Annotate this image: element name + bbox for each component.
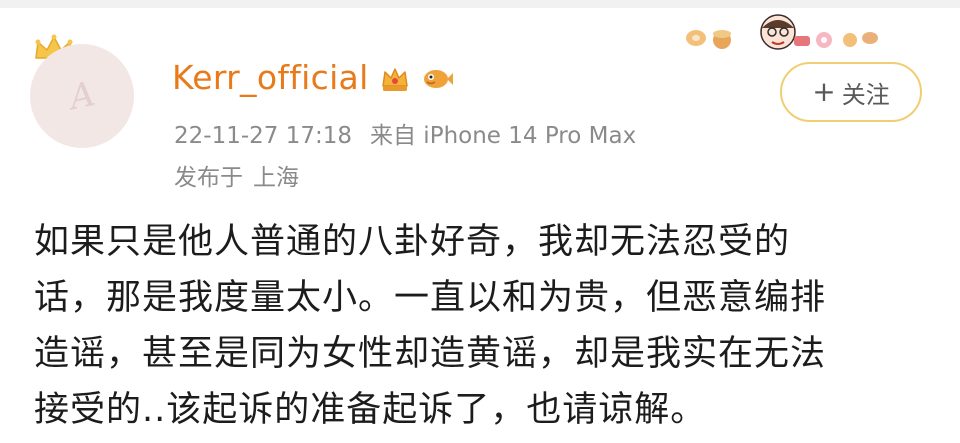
post-timestamp: 22-11-27 17:18 [174, 123, 352, 149]
post-source[interactable]: 来自 iPhone 14 Pro Max [370, 123, 636, 149]
post-line: 如果只是他人普通的八卦好奇，我却无法忍受的 [34, 222, 791, 262]
username[interactable]: Kerr_official [172, 58, 369, 97]
plus-icon: + [812, 75, 836, 108]
follow-button-label: 关注 [841, 80, 890, 109]
post-body: 如果只是他人普通的八卦好奇，我却无法忍受的 话，那是我度量太小。一直以和为贵，但… [34, 214, 944, 438]
fish-icon [424, 70, 453, 88]
post-meta: 22-11-27 17:18 来自 iPhone 14 Pro Max [174, 116, 636, 150]
avatar-container[interactable]: A [30, 34, 142, 152]
top-divider-band [0, 0, 960, 8]
location-name: 上海 [253, 165, 299, 191]
post-line: 造谣，甚至是同为女性却造黄谣，却是我实在无法 [34, 334, 827, 374]
post-line: 接受的..该起诉的准备起诉了，也请谅解。 [34, 390, 707, 430]
follow-button[interactable]: + 关注 [780, 62, 922, 122]
avatar-watermark: A [65, 73, 99, 119]
post-line: 话，那是我度量太小。一直以和为贵，但恶意编排 [34, 278, 827, 318]
sticker-strip [686, 14, 878, 50]
avatar[interactable]: A [30, 44, 134, 148]
location-prefix: 发布于 [174, 165, 243, 191]
vip-crown-icon [382, 68, 408, 91]
post-location: 发布于 上海 [174, 158, 299, 192]
